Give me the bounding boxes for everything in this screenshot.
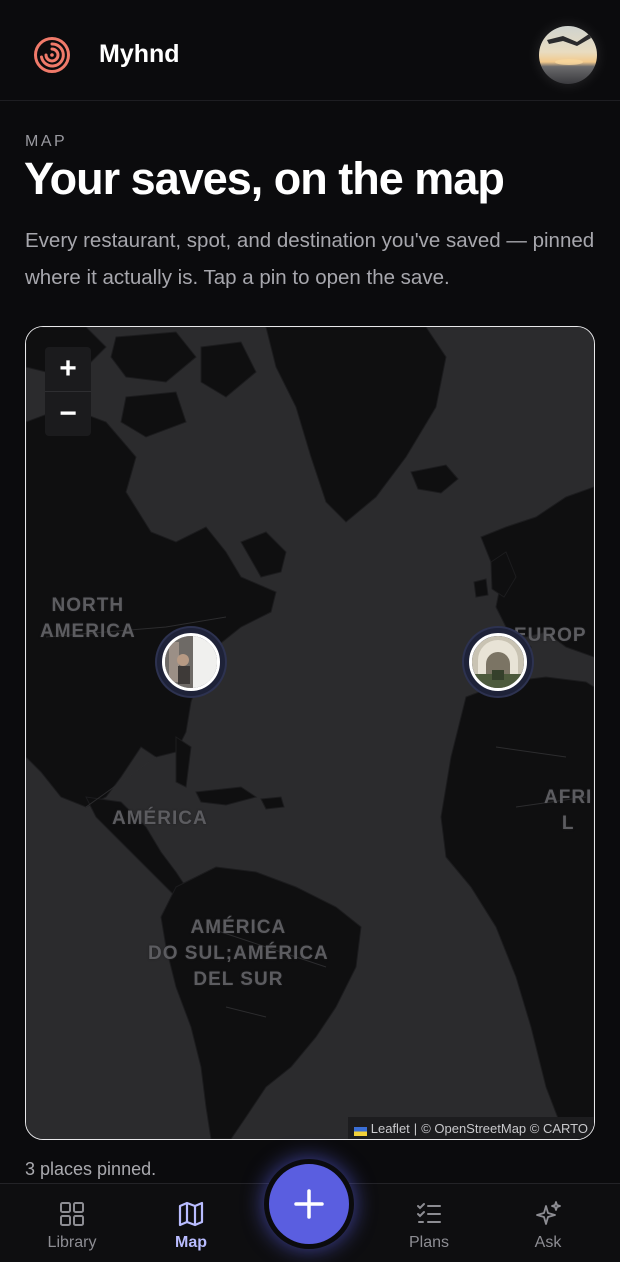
tab-map[interactable]: Map	[131, 1184, 251, 1262]
plus-icon	[294, 1189, 324, 1219]
map-attribution: Leaflet | © OpenStreetMap © CARTO	[347, 1117, 594, 1139]
label-south-america: AMÉRICA DO SUL;AMÉRICA DEL SUR	[148, 917, 329, 990]
map-icon	[178, 1201, 204, 1227]
tab-map-label: Map	[175, 1234, 207, 1251]
app-header: Myhnd	[0, 0, 620, 101]
tab-plans[interactable]: Plans	[369, 1184, 489, 1262]
user-avatar[interactable]	[539, 26, 597, 84]
tab-library[interactable]: Library	[12, 1184, 132, 1262]
attribution-credits[interactable]: © OpenStreetMap © CARTO	[421, 1121, 588, 1136]
app-name: Myhnd	[99, 40, 180, 68]
label-america: AMÉRICA	[112, 808, 208, 829]
map-tiles[interactable]	[26, 327, 594, 1139]
zoom-control: + −	[45, 347, 91, 436]
pinned-count: 3 places pinned.	[25, 1159, 157, 1179]
spiral-logo-icon[interactable]	[33, 36, 71, 74]
pin-photo	[469, 633, 527, 691]
checklist-icon	[417, 1203, 441, 1223]
tab-ask-label: Ask	[534, 1234, 562, 1251]
page-title: Your saves, on the map	[24, 153, 505, 204]
saves-map[interactable]: NORTH AMERICA EUROP AFRI L AMÉRICA AMÉRI…	[25, 326, 595, 1140]
ukraine-flag-icon	[353, 1124, 367, 1136]
attribution-separator: |	[413, 1120, 418, 1136]
pin-photo	[162, 633, 220, 691]
grid-icon	[60, 1202, 84, 1226]
map-pin-north-america[interactable]	[157, 628, 225, 696]
section-eyebrow: MAP	[25, 133, 68, 150]
tab-library-label: Library	[47, 1234, 97, 1251]
zoom-out-button[interactable]: −	[45, 391, 91, 436]
zoom-in-button[interactable]: +	[45, 347, 91, 391]
add-save-button[interactable]	[264, 1159, 354, 1249]
leaflet-link[interactable]: Leaflet	[371, 1121, 410, 1136]
page-subtitle: Every restaurant, spot, and destination …	[25, 229, 595, 289]
sparkles-icon	[536, 1201, 561, 1225]
tab-plans-label: Plans	[408, 1234, 450, 1251]
map-pin-europe[interactable]	[464, 628, 532, 696]
tab-ask[interactable]: Ask	[488, 1184, 608, 1262]
label-africa: AFRI L	[544, 787, 593, 834]
label-north-america: NORTH AMERICA	[40, 595, 136, 642]
